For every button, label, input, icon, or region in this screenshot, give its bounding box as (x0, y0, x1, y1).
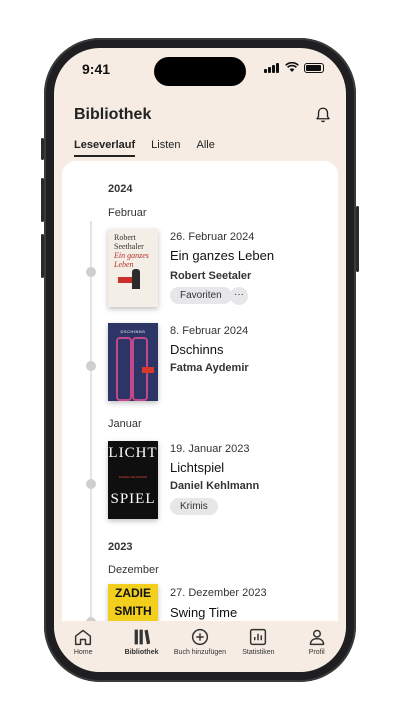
stats-icon (250, 628, 267, 646)
volume-down-button (41, 234, 44, 278)
read-date: 8. Februar 2024 (170, 325, 249, 337)
library-icon (134, 629, 150, 645)
tab-alle[interactable]: Alle (197, 139, 215, 157)
bottom-nav: Home Bibliothek Buch hinzufügen Statisti… (54, 621, 346, 672)
timeline-dot (86, 361, 96, 371)
month-heading: Februar (108, 207, 147, 219)
book-cover-ein-ganzes-leben[interactable]: Robert Seethaler Ein ganzes Leben (108, 229, 158, 307)
nav-stats[interactable]: Statistiken (229, 628, 287, 656)
year-heading: 2024 (108, 183, 133, 195)
nav-bibliothek[interactable]: Bibliothek (113, 628, 171, 656)
more-tags-button[interactable]: ··· (230, 287, 248, 305)
timeline-dot (86, 479, 96, 489)
dynamic-island (154, 57, 246, 86)
cover-lettering (116, 337, 132, 401)
book-title[interactable]: Lichtspiel (170, 460, 224, 475)
timeline-line (90, 221, 92, 621)
month-heading: Januar (108, 418, 142, 430)
status-icons (264, 62, 324, 73)
nav-label: Bibliothek (124, 649, 159, 656)
tag-chip[interactable]: Favoriten (170, 287, 232, 304)
book-author: Fatma Aydemir (170, 362, 249, 374)
battery-icon (304, 62, 324, 73)
month-heading: Dezember (108, 564, 159, 576)
screen: 9:41 Bibliothek Leseverlauf Listen Alle … (54, 48, 346, 672)
book-author: Daniel Kehlmann (170, 480, 260, 492)
tab-listen[interactable]: Listen (151, 139, 180, 157)
status-time: 9:41 (82, 61, 111, 77)
volume-up-button (41, 178, 44, 222)
sticker (142, 367, 154, 373)
figure-illustration (132, 269, 140, 289)
tag-chip[interactable]: Krimis (170, 498, 218, 515)
nav-label: Buch hinzufügen (173, 649, 227, 656)
year-heading: 2023 (108, 541, 133, 553)
page-title: Bibliothek (74, 106, 152, 123)
add-circle-icon (191, 628, 209, 646)
book-cover-swing-time[interactable]: ZADIE SMITH (108, 584, 158, 621)
home-icon (75, 629, 92, 646)
tab-bar: Leseverlauf Listen Alle (74, 139, 215, 157)
read-date: 26. Februar 2024 (170, 231, 255, 243)
nav-add-book[interactable]: Buch hinzufügen (171, 628, 229, 656)
book-title[interactable]: Dschinns (170, 342, 223, 357)
reading-history-list[interactable]: 2024 Februar Robert Seethaler Ein ganzes… (62, 161, 338, 621)
phone-frame: 9:41 Bibliothek Leseverlauf Listen Alle … (41, 38, 359, 682)
power-button (356, 206, 359, 272)
read-date: 19. Januar 2023 (170, 443, 250, 455)
wifi-icon (285, 62, 299, 72)
signal-icon (264, 62, 280, 73)
nav-home[interactable]: Home (54, 628, 112, 656)
nav-label: Statistiken (242, 649, 275, 656)
book-cover-dschinns[interactable]: DSCHINNS (108, 323, 158, 401)
nav-label: Profil (308, 649, 325, 656)
tab-leseverlauf[interactable]: Leseverlauf (74, 139, 136, 157)
book-title[interactable]: Swing Time (170, 605, 237, 620)
nav-profile[interactable]: Profil (288, 628, 346, 656)
mute-switch (41, 138, 44, 160)
timeline-dot (86, 267, 96, 277)
read-date: 27. Dezember 2023 (170, 587, 267, 599)
profile-icon (309, 629, 325, 646)
book-cover-lichtspiel[interactable]: LICHT DANIEL KEHLMANN SPIEL (108, 441, 158, 519)
book-title[interactable]: Ein ganzes Leben (170, 248, 274, 263)
bell-icon[interactable] (314, 106, 332, 124)
sticker (118, 277, 132, 283)
nav-label: Home (73, 649, 93, 656)
book-author: Robert Seetaler (170, 270, 252, 282)
